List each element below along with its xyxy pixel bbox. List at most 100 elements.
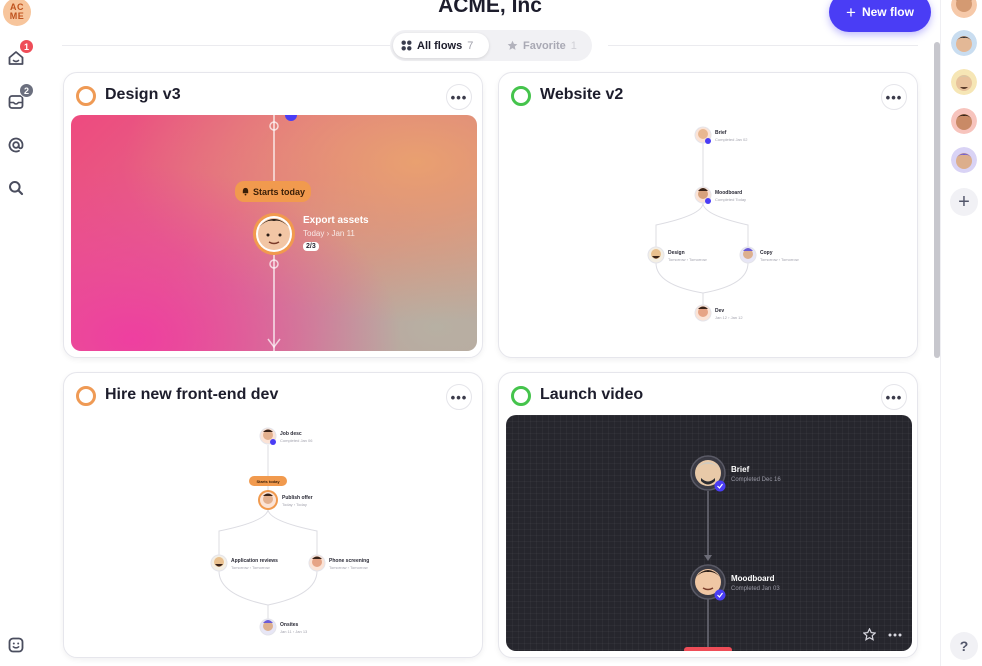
step-date: Today › Jan 11 [303,229,355,238]
more-options-button[interactable]: ••• [446,84,472,110]
tab-favorite[interactable]: Favorite 1 [499,33,585,58]
tab-all-flows[interactable]: All flows 7 [393,33,489,58]
member-avatar[interactable] [951,0,977,18]
flow-card-launch-video[interactable]: Launch video ••• Brief Completed Dec 16 … [498,372,918,658]
preview-actions [863,628,902,641]
sidebar-item-mentions[interactable] [5,134,27,156]
members-rail: + ? [940,0,982,666]
node-label: Phone screening [329,558,370,564]
node-sub: Completed Jan 06 [280,438,313,443]
header-divider-right [608,45,918,46]
node-phone-screening-avatar [308,554,326,572]
node-label: Job desc [280,431,302,437]
node-sub: Jan 12 › Jan 12 [715,315,743,320]
header-divider-left [62,45,390,46]
flow-connector-lines [210,427,326,636]
smiley-icon [8,637,24,653]
node-dev-avatar [694,304,712,322]
node-label: Onsites [280,622,299,628]
more-options-button[interactable]: ••• [881,84,907,110]
more-options-button[interactable]: ••• [446,384,472,410]
node-brief-avatar [690,455,726,492]
grid-icon [401,40,412,51]
more-horizontal-icon[interactable] [888,633,902,637]
flow-title: Website v2 [540,86,624,103]
status-indicator [511,86,531,106]
inbox-badge: 2 [19,83,34,98]
tab-favorite-count: 1 [570,39,577,52]
more-options-button[interactable]: ••• [881,384,907,410]
status-indicator [76,386,96,406]
flow-card-design-v3[interactable]: Design v3 ••• Starts today Export assets… [63,72,483,358]
node-label: Application reviews [231,558,278,564]
node-sub: Today › Today [282,502,307,507]
node-job-desc-avatar [259,427,277,445]
node-sub: Tomorrow › Tomorrow [760,257,799,262]
flow-card-hire-front-end-dev[interactable]: Hire new front-end dev ••• Starts today … [63,372,483,658]
tab-all-flows-count: 7 [467,39,474,52]
node-sub: Tomorrow › Tomorrow [668,257,707,262]
node-design-avatar [647,246,665,264]
sidebar-item-inbox[interactable]: 2 [5,83,34,113]
bell-icon [242,187,249,196]
flow-preview[interactable]: Brief Completed Dec 16 Moodboard Complet… [506,415,912,651]
member-avatar[interactable] [951,30,977,56]
starts-today-pill: Starts today [249,476,287,486]
node-label: Publish offer [282,495,313,501]
left-sidebar: AC ME 1 2 [0,0,34,666]
step-title: Export assets [303,215,369,226]
sidebar-item-search[interactable] [5,177,27,199]
flow-preview[interactable]: Starts today Job desc Completed Jan 06 P… [71,415,477,651]
star-outline-icon[interactable] [863,628,876,641]
node-label: Dev [715,308,725,314]
node-onsites-avatar [259,618,277,636]
starts-today-pill: Starts today [235,181,311,202]
add-member-button[interactable]: + [950,188,978,216]
flow-filter-tabs: All flows 7 Favorite 1 [390,30,592,61]
app-root: ACME 1 2 ACME, Inc + New flow All flows [0,0,982,666]
status-indicator [76,86,96,106]
flow-title: Hire new front-end dev [105,386,279,403]
flow-connector-lines [684,455,732,651]
node-moodboard-avatar [690,564,726,601]
home-badge: 1 [19,39,34,54]
node-label: Brief [715,130,727,136]
node-moodboard-avatar [694,186,712,204]
flow-preview[interactable]: Brief Completed Jan 02 Moodboard Complet… [506,115,912,351]
node-label: Design [668,250,685,256]
node-sub: Completed Jan 03 [731,586,780,592]
search-icon [9,181,24,196]
new-flow-button[interactable]: + New flow [829,0,931,32]
node-application-reviews-avatar [210,554,228,572]
node-sub: Tomorrow › Tomorrow [329,565,368,570]
sidebar-item-home[interactable]: 1 [5,39,34,69]
member-avatar[interactable] [951,108,977,134]
workspace-logo[interactable]: AC ME [3,0,31,26]
node-label: Moodboard [731,574,775,583]
node-sub: Tomorrow › Tomorrow [231,565,270,570]
flow-card-website-v2[interactable]: Website v2 ••• Brief Completed Jan 02 Mo… [498,72,918,358]
starts-today-label: Starts today [252,186,305,197]
help-button[interactable]: ? [950,632,978,660]
sidebar-item-feedback[interactable] [5,634,27,656]
tab-all-flows-label: All flows [417,39,463,52]
flow-title: Design v3 [105,86,181,103]
node-publish-offer-avatar [258,490,278,510]
step-count: 2/3 [303,242,319,251]
page-title: ACME, Inc [438,0,542,17]
flow-title: Launch video [540,386,644,403]
at-icon [8,137,24,153]
new-flow-label: New flow [861,5,914,19]
flow-connector-lines [647,126,757,322]
node-sub: Completed Today [715,197,747,202]
node-sub: Jan 11 › Jan 13 [280,629,308,634]
flow-connector-lines [253,115,297,351]
node-label: Copy [760,250,773,256]
flow-preview[interactable]: Starts today Export assets Today › Jan 1… [71,115,477,351]
node-sub: Completed Jan 02 [715,137,748,142]
member-avatar[interactable] [951,147,977,173]
node-sub: Completed Dec 16 [731,477,781,483]
member-avatar[interactable] [951,69,977,95]
node-brief-avatar [694,126,712,144]
plus-icon: + [846,2,856,22]
